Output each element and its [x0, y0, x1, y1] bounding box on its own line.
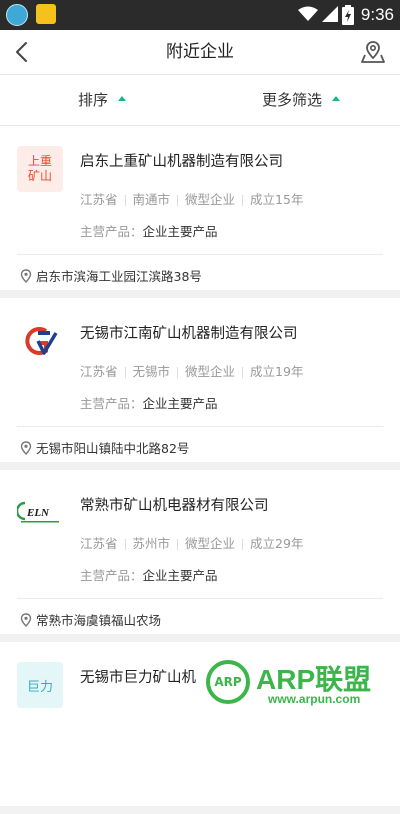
watermark-url: www.arpun.com — [268, 692, 361, 706]
company-logo: 上重 矿山 — [17, 146, 63, 192]
company-tags: 江苏省 苏州市 微型企业 成立29年 — [80, 533, 303, 552]
tag-founded: 成立19年 — [250, 364, 304, 379]
divider — [17, 254, 383, 255]
product-label: 主营产品： — [80, 224, 143, 239]
company-tags: 江苏省 无锡市 微型企业 成立19年 — [80, 361, 303, 380]
company-name[interactable]: 无锡市巨力矿山机 — [80, 666, 196, 687]
address-text: 无锡市阳山镇陆中北路82号 — [36, 441, 190, 456]
address-text: 常熟市海虞镇福山农场 — [36, 613, 162, 628]
product-label: 主营产品： — [80, 568, 143, 583]
tag-size: 微型企业 — [185, 192, 236, 207]
tag-province: 江苏省 — [80, 192, 118, 207]
more-filter-dropdown[interactable]: 更多筛选 — [262, 75, 341, 125]
signal-icon — [322, 6, 338, 22]
battery-charging-icon — [342, 5, 354, 25]
tag-size: 微型企业 — [185, 536, 236, 551]
watermark-logo: ARP — [206, 660, 250, 704]
main-products: 主营产品：企业主要产品 — [80, 221, 218, 240]
product-value: 企业主要产品 — [142, 568, 218, 583]
company-list: 上重 矿山 启东上重矿山机器制造有限公司 江苏省 南通市 微型企业 成立15年 主营产品… — [0, 126, 400, 814]
company-card[interactable]: 无锡市江南矿山机器制造有限公司 江苏省 无锡市 微型企业 成立19年 主营产品：企业主… — [0, 298, 400, 470]
company-logo-graphic: ELN — [17, 501, 59, 523]
company-name[interactable]: 常熟市矿山机电器材有限公司 — [80, 494, 269, 515]
tag-founded: 成立29年 — [250, 536, 304, 551]
product-value: 企业主要产品 — [142, 396, 218, 411]
page-title: 附近企业 — [166, 42, 234, 62]
tag-size: 微型企业 — [185, 364, 236, 379]
main-products: 主营产品：企业主要产品 — [80, 393, 218, 412]
sort-dropdown[interactable]: 排序 — [78, 75, 127, 125]
app-header: 附近企业 — [0, 30, 400, 75]
company-tags: 江苏省 南通市 微型企业 成立15年 — [80, 189, 303, 208]
company-address[interactable]: 无锡市阳山镇陆中北路82号 — [20, 438, 189, 457]
company-logo — [17, 318, 63, 364]
company-logo: ELN — [17, 490, 63, 536]
watermark: ARP ARP联盟 www.arpun.com — [206, 658, 400, 710]
logo-text: 矿山 — [27, 169, 52, 183]
clock: 9:36 — [360, 5, 394, 24]
sort-label: 排序 — [78, 91, 109, 109]
product-value: 企业主要产品 — [142, 224, 218, 239]
company-address[interactable]: 启东市滨海工业园江滨路38号 — [20, 266, 202, 285]
company-name[interactable]: 无锡市江南矿山机器制造有限公司 — [80, 322, 298, 343]
caret-up-icon — [332, 96, 341, 101]
filter-bar: 排序 更多筛选 — [0, 75, 400, 126]
tag-city: 南通市 — [132, 192, 171, 207]
address-text: 启东市滨海工业园江滨路38号 — [36, 269, 202, 284]
company-logo: 巨力 — [17, 662, 63, 708]
logo-text: 上重 — [27, 154, 52, 168]
caret-up-icon — [118, 96, 127, 101]
divider — [17, 598, 383, 599]
location-pin-icon — [20, 613, 32, 627]
company-address[interactable]: 常熟市海虞镇福山农场 — [20, 610, 161, 629]
logo-text: 巨力 — [26, 679, 53, 695]
divider — [17, 426, 383, 427]
app-icon-1 — [6, 4, 28, 26]
company-card[interactable]: ELN 常熟市矿山机电器材有限公司 江苏省 苏州市 微型企业 成立29年 主营产品：企… — [0, 470, 400, 642]
map-location-icon[interactable] — [360, 39, 386, 65]
svg-text:ELN: ELN — [26, 507, 50, 519]
tag-city: 无锡市 — [132, 364, 171, 379]
location-pin-icon — [20, 441, 32, 455]
main-products: 主营产品：企业主要产品 — [80, 565, 218, 584]
wifi-icon — [298, 6, 318, 21]
tag-province: 江苏省 — [80, 536, 118, 551]
tag-founded: 成立15年 — [250, 192, 304, 207]
company-card[interactable]: 上重 矿山 启东上重矿山机器制造有限公司 江苏省 南通市 微型企业 成立15年 主营产品… — [0, 126, 400, 298]
app-icon-2 — [36, 4, 56, 24]
tag-city: 苏州市 — [132, 536, 171, 551]
company-name[interactable]: 启东上重矿山机器制造有限公司 — [80, 150, 283, 171]
product-label: 主营产品： — [80, 396, 143, 411]
tag-province: 江苏省 — [80, 364, 118, 379]
status-bar: 9:36 — [0, 0, 400, 30]
location-pin-icon — [20, 269, 32, 283]
more-filter-label: 更多筛选 — [262, 91, 323, 109]
company-logo-graphic — [25, 327, 58, 355]
